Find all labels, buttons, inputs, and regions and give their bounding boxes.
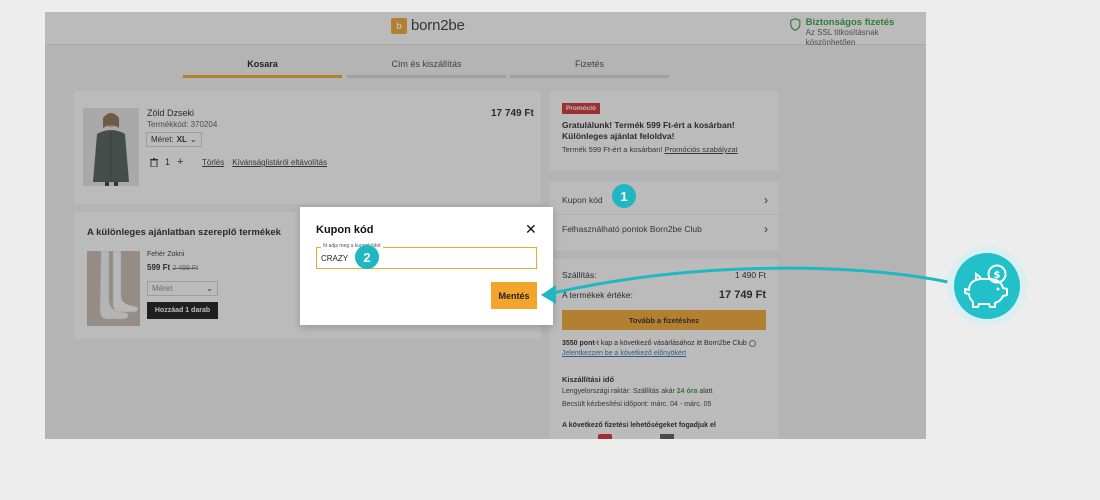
- piggy-bank-glyph: $: [964, 264, 1008, 308]
- coupon-input[interactable]: [321, 251, 531, 265]
- coupon-modal-title: Kupon kód: [316, 224, 374, 236]
- browser-screen: b born2be Biztonságos fizetés Az SSL tit…: [45, 12, 926, 439]
- coupon-field: Itt adja meg a kuponkódot: [316, 243, 537, 269]
- piggy-bank-icon: $: [954, 253, 1020, 319]
- coupon-modal: Kupon kód ✕ Itt adja meg a kuponkódot Me…: [300, 207, 553, 325]
- close-icon[interactable]: ✕: [525, 221, 537, 238]
- callout-badge-1: 1: [612, 184, 636, 208]
- callout-badge-2: 2: [355, 245, 379, 269]
- save-button[interactable]: Mentés: [491, 282, 537, 309]
